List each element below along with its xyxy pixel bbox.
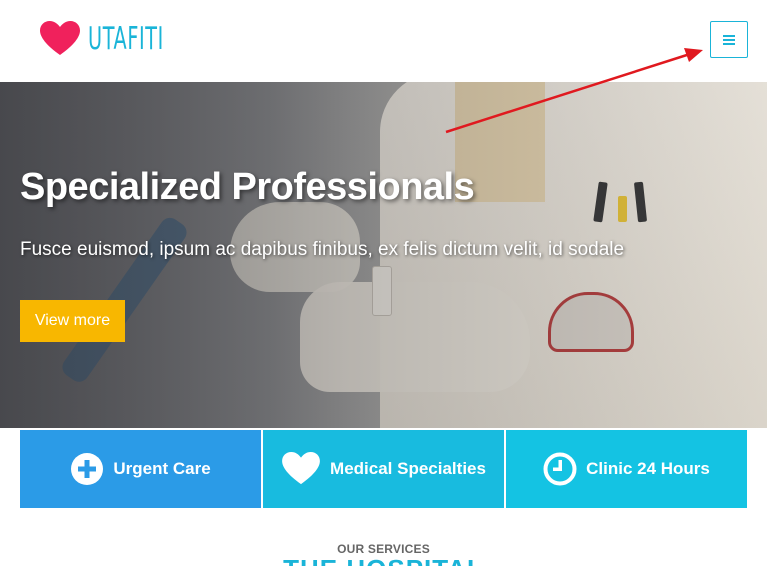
- feature-label: Medical Specialties: [330, 459, 486, 478]
- clock-icon: [543, 452, 577, 486]
- services-title: THE HOSPITAL: [0, 556, 767, 566]
- view-more-button[interactable]: View more: [20, 300, 125, 342]
- heart-logo-icon: [40, 21, 80, 55]
- hamburger-icon: [723, 34, 735, 45]
- brand-logo[interactable]: UTAFITI: [40, 18, 210, 60]
- feature-label: Clinic 24 Hours: [586, 459, 710, 478]
- feature-medical-specialties[interactable]: Medical Specialties: [263, 430, 504, 508]
- plus-circle-icon: [70, 452, 104, 486]
- feature-urgent-care[interactable]: Urgent Care: [20, 430, 261, 508]
- heart-icon: [281, 452, 321, 486]
- hero-title: Specialized Professionals: [20, 166, 475, 208]
- feature-boxes: Urgent Care Medical Specialties Clinic 2…: [20, 430, 747, 508]
- site-header: UTAFITI: [0, 0, 767, 82]
- feature-clinic-24-hours[interactable]: Clinic 24 Hours: [506, 430, 747, 508]
- brand-name: UTAFITI: [88, 21, 164, 57]
- feature-label: Urgent Care: [113, 459, 211, 478]
- hero-subtitle: Fusce euismod, ipsum ac dapibus finibus,…: [20, 239, 625, 260]
- menu-toggle-button[interactable]: [710, 21, 748, 58]
- hero-slider: Specialized Professionals Fusce euismod,…: [0, 82, 767, 428]
